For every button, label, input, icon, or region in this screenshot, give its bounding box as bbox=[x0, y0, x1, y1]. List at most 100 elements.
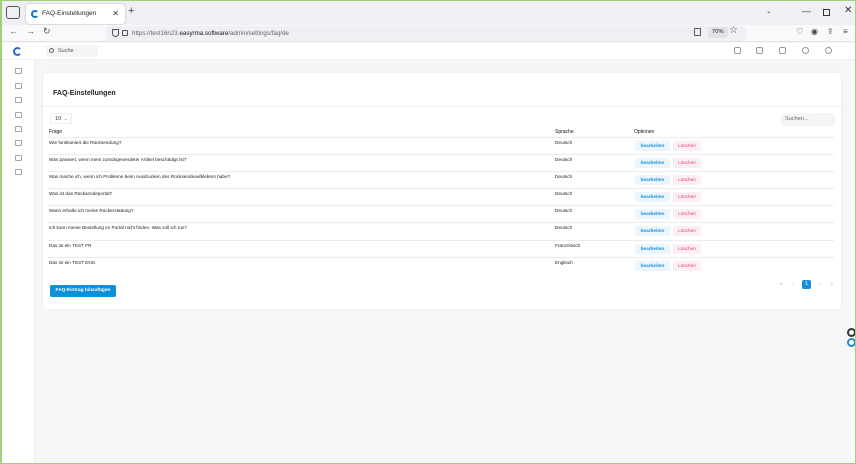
url-path: /admin/settings/faq/de bbox=[228, 30, 289, 37]
forward-icon[interactable]: → bbox=[26, 26, 35, 36]
question-cell: Wann erhalte ich meine Rückerstattung? bbox=[49, 208, 134, 214]
pocket-icon[interactable]: ♡ bbox=[796, 27, 803, 36]
sidebar-returns-icon[interactable] bbox=[15, 83, 22, 89]
sidebar-filter-icon[interactable] bbox=[15, 140, 22, 146]
close-circle-icon[interactable] bbox=[847, 328, 855, 337]
app-topbar: Suche bbox=[2, 43, 855, 60]
url-bar[interactable]: https://test16n23.easyrma.software/admin… bbox=[106, 26, 746, 41]
page-length-value: 10 bbox=[55, 116, 62, 122]
table-row: Was passiert, wenn mein zurückgesendeter… bbox=[48, 154, 834, 171]
divider bbox=[43, 106, 841, 107]
back-icon[interactable]: ← bbox=[9, 26, 18, 36]
edit-button[interactable]: bearbeiten bbox=[635, 175, 670, 186]
browser-window: FAQ-Einstellungen ✕ + ⌄ — ✕ ← → ↻ https:… bbox=[0, 0, 856, 464]
language-cell: Deutsch bbox=[555, 191, 573, 197]
column-header-language[interactable]: Sprache bbox=[555, 129, 574, 135]
reader-view-icon[interactable] bbox=[694, 28, 701, 36]
app-search-input[interactable]: Suche bbox=[46, 45, 98, 57]
delete-button[interactable]: Löschen bbox=[673, 209, 701, 220]
favicon-icon bbox=[31, 10, 39, 18]
table-row: Was ist das Rücksendeportal? Deutsch bearb… bbox=[48, 188, 834, 205]
table-row: Ich kann meine Bestellung im Portal nich… bbox=[48, 222, 834, 239]
main-content: FAQ-Einstellungen 10 ⌄ Suchen... Frage S… bbox=[35, 60, 850, 463]
edit-button[interactable]: bearbeiten bbox=[635, 141, 670, 151]
delete-button[interactable]: Löschen bbox=[673, 243, 701, 254]
tab-close-icon[interactable]: ✕ bbox=[112, 4, 119, 24]
edit-button[interactable]: bearbeiten bbox=[635, 226, 670, 237]
table-row: Was mache ich, wenn ich Probleme beim Au… bbox=[48, 171, 834, 188]
notification-icon[interactable] bbox=[734, 47, 741, 54]
user-avatar-icon[interactable] bbox=[825, 47, 832, 54]
zoom-level[interactable]: 70% bbox=[708, 27, 728, 38]
faq-table-body: Wie funktioniert die Rücksendung? Deutsch… bbox=[48, 137, 834, 274]
menu-icon[interactable]: ≡ bbox=[843, 27, 848, 36]
url-domain: easyrma.software bbox=[179, 30, 229, 37]
pagination-first[interactable]: « bbox=[777, 280, 786, 289]
tab-strip: FAQ-Einstellungen ✕ + ⌄ — ✕ bbox=[2, 1, 855, 25]
chevron-down-icon[interactable]: ⌄ bbox=[766, 7, 772, 15]
add-faq-button[interactable]: FAQ-Eintrag hinzufügen bbox=[50, 285, 116, 297]
language-cell: Deutsch bbox=[555, 157, 573, 163]
edit-button[interactable]: bearbeiten bbox=[635, 158, 670, 169]
plus-icon[interactable]: + bbox=[128, 5, 134, 17]
reload-icon[interactable]: ↻ bbox=[43, 26, 51, 37]
table-row: Wann erhalte ich meine Rückerstattung? De… bbox=[48, 205, 834, 222]
table-search-placeholder: Suchen... bbox=[785, 116, 809, 122]
url-prefix: https://test16n23. bbox=[132, 30, 180, 37]
language-cell: Deutsch bbox=[555, 225, 573, 231]
navigation-bar: ← → ↻ https://test16n23.easyrma.software… bbox=[2, 25, 855, 42]
help-icon[interactable] bbox=[802, 47, 809, 54]
pagination-next[interactable]: › bbox=[815, 280, 824, 289]
app-logo-icon[interactable] bbox=[13, 47, 22, 56]
edit-button[interactable]: bearbeiten bbox=[635, 209, 670, 220]
question-cell: Ich kann meine Bestellung im Portal nich… bbox=[49, 225, 187, 231]
page-length-select[interactable]: 10 ⌄ bbox=[50, 113, 72, 124]
question-cell: Wie funktioniert die Rücksendung? bbox=[49, 140, 122, 145]
maximize-icon[interactable] bbox=[823, 9, 830, 16]
sidebar-dashboard-icon[interactable] bbox=[15, 68, 22, 74]
app-search-label: Suche bbox=[58, 48, 74, 54]
edit-button[interactable]: bearbeiten bbox=[635, 192, 670, 203]
table-row: Das ist ein TEST FR Französisch bearbeiten… bbox=[48, 239, 834, 257]
bookmark-star-icon[interactable]: ☆ bbox=[729, 25, 738, 36]
pagination-last[interactable]: » bbox=[827, 280, 836, 289]
table-search-input[interactable]: Suchen... bbox=[781, 113, 835, 126]
sidebar-reports-icon[interactable] bbox=[15, 155, 22, 161]
pagination-prev[interactable]: ‹ bbox=[789, 280, 798, 289]
tab-overview-icon[interactable] bbox=[6, 6, 20, 19]
language-cell: Englisch bbox=[555, 259, 573, 265]
language-cell: Französisch bbox=[555, 242, 581, 248]
window-close-icon[interactable]: ✕ bbox=[844, 5, 852, 16]
settings-circle-icon[interactable] bbox=[847, 338, 855, 347]
tab-title: FAQ-Einstellungen bbox=[42, 10, 97, 17]
sidebar-settings-icon[interactable] bbox=[15, 169, 22, 175]
browser-tab[interactable]: FAQ-Einstellungen ✕ bbox=[26, 4, 125, 24]
question-cell: Was ist das Rücksendeportal? bbox=[49, 191, 113, 197]
chat-icon[interactable] bbox=[779, 47, 786, 54]
language-cell: Deutsch bbox=[555, 140, 573, 145]
delete-button[interactable]: Löschen bbox=[673, 260, 701, 271]
page-title: FAQ-Einstellungen bbox=[53, 90, 116, 97]
column-header-question[interactable]: Frage bbox=[49, 129, 62, 135]
lock-icon[interactable] bbox=[122, 30, 128, 36]
minimize-icon[interactable]: — bbox=[802, 6, 811, 16]
edit-button[interactable]: bearbeiten bbox=[635, 243, 670, 254]
question-cell: Was mache ich, wenn ich Probleme beim Au… bbox=[49, 174, 231, 180]
delete-button[interactable]: Löschen bbox=[673, 175, 701, 186]
sidebar-users-icon[interactable] bbox=[15, 126, 22, 132]
delete-button[interactable]: Löschen bbox=[673, 226, 701, 237]
delete-button[interactable]: Löschen bbox=[673, 158, 701, 169]
delete-button[interactable]: Löschen bbox=[673, 192, 701, 203]
sidebar-list-icon[interactable] bbox=[15, 97, 22, 103]
table-row: Das ist ein TEST ENG Englisch bearbeiten Lö… bbox=[48, 256, 834, 274]
pagination-page-1[interactable]: 1 bbox=[802, 280, 811, 289]
edit-button[interactable]: bearbeiten bbox=[635, 260, 670, 271]
shield-icon[interactable] bbox=[112, 29, 119, 37]
tools-icon[interactable] bbox=[756, 47, 763, 54]
extensions-icon[interactable]: ⇪ bbox=[827, 27, 834, 36]
table-row: Wie funktioniert die Rücksendung? Deutsch… bbox=[48, 137, 834, 154]
question-cell: Was passiert, wenn mein zurückgesendeter… bbox=[49, 157, 187, 163]
account-icon[interactable]: ◉ bbox=[811, 27, 818, 36]
sidebar-alert-icon[interactable] bbox=[15, 112, 22, 118]
delete-button[interactable]: Löschen bbox=[673, 141, 701, 151]
